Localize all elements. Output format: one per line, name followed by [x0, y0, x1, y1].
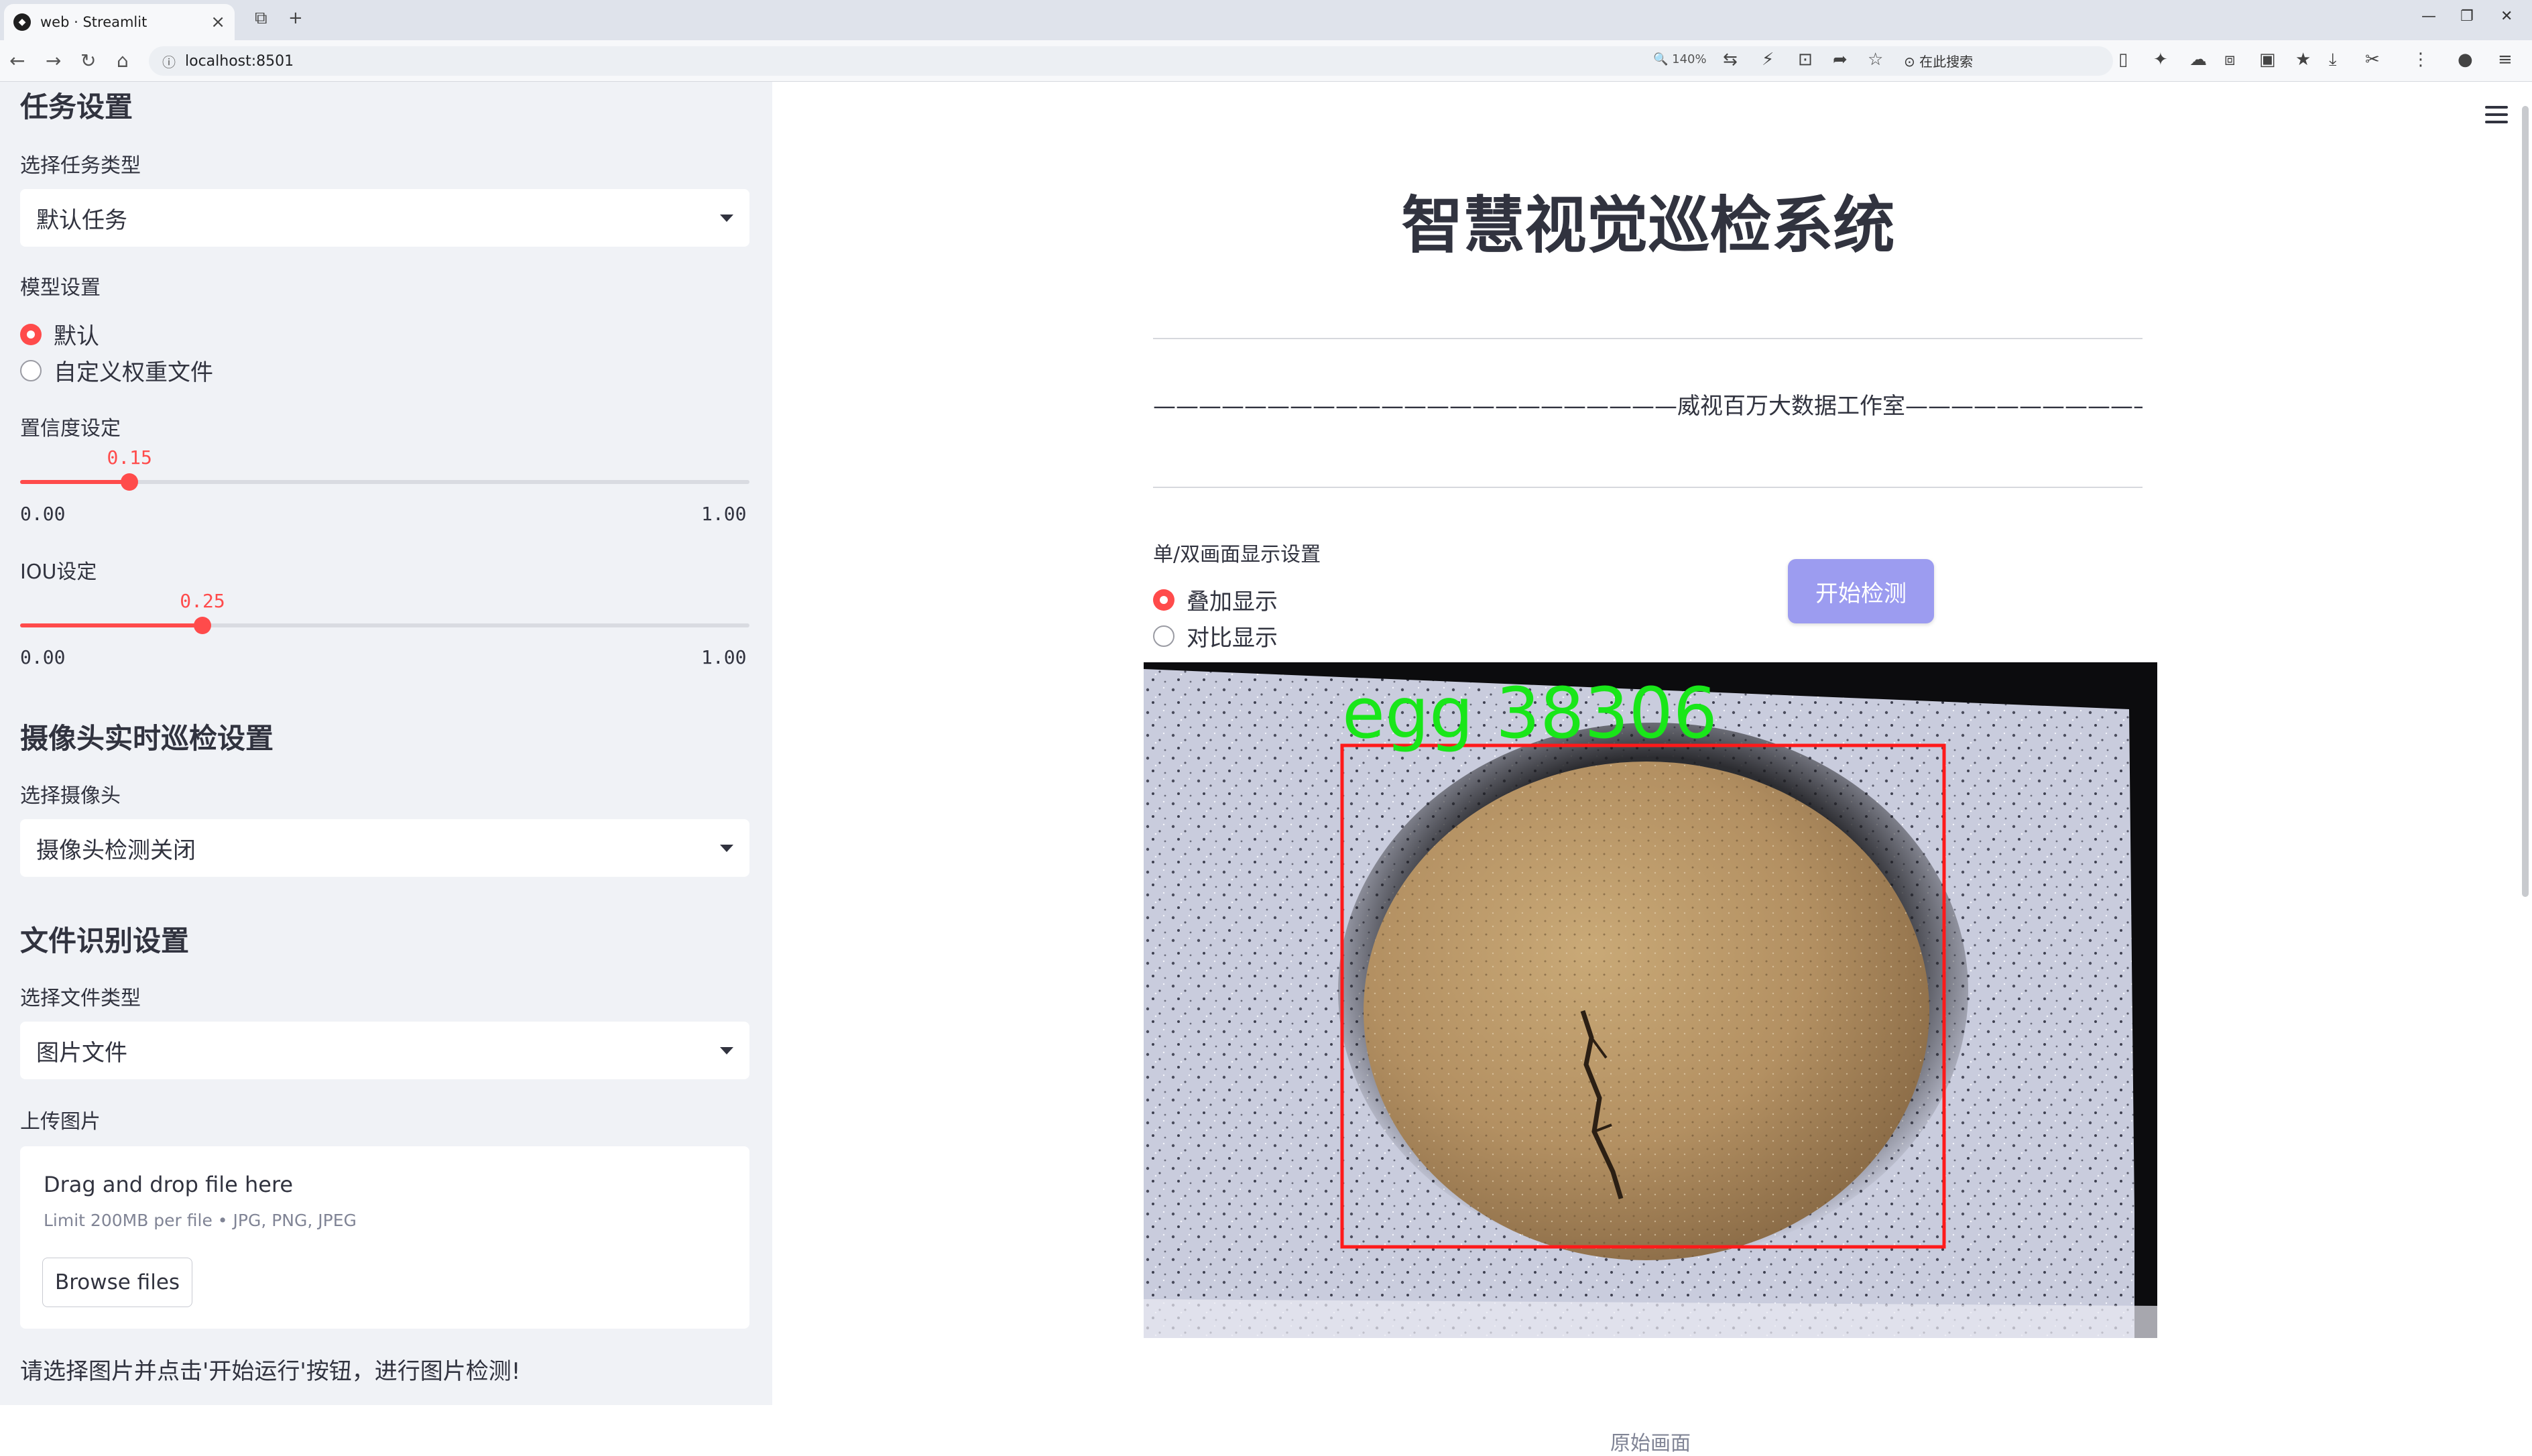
translate-icon[interactable]: ⇆ [1723, 50, 1738, 70]
info-icon: ⓘ [162, 54, 176, 70]
back-icon[interactable]: ← [9, 50, 25, 72]
puzzle-icon[interactable]: ⧈ [2224, 50, 2236, 70]
model-option-label: 自定义权重文件 [54, 359, 213, 386]
file-type-value: 图片文件 [36, 1039, 127, 1067]
browser-search[interactable]: ⊙ 在此搜索 [1904, 51, 1973, 70]
streamlit-icon: ◆ [13, 13, 31, 31]
tab-group-icon[interactable]: ⧉ [255, 8, 267, 29]
extension-icon[interactable]: ✦ [2153, 50, 2168, 70]
display-radio-overlay[interactable]: 叠加显示 [1153, 583, 1278, 616]
detection-label: egg 38306 [1342, 672, 1717, 754]
file-type-label: 选择文件类型 [20, 987, 141, 1010]
divider [1153, 487, 2143, 488]
conf-label: 置信度设定 [20, 417, 121, 440]
conf-slider-fill [20, 480, 130, 484]
model-radio-custom[interactable]: 自定义权重文件 [20, 354, 213, 387]
start-detection-button[interactable]: 开始检测 [1788, 559, 1934, 623]
upload-limit: Limit 200MB per file • JPG, PNG, JPEG [44, 1211, 357, 1230]
chevron-down-icon [720, 844, 733, 852]
conf-value: 0.15 [107, 446, 152, 469]
zoom-indicator[interactable]: 🔍 140% [1653, 52, 1707, 66]
star-icon[interactable]: ☆ [1868, 50, 1883, 70]
url-field[interactable]: ⓘ localhost:8501 [149, 46, 2113, 76]
radio-unselected-icon [1153, 625, 1174, 647]
display-mode-label: 单/双画面显示设置 [1153, 543, 1321, 566]
app-icon[interactable]: ▣ [2259, 50, 2276, 70]
conf-min: 0.00 [20, 503, 66, 525]
browser-tab[interactable]: ◆ web · Streamlit × [4, 4, 235, 40]
task-type-select[interactable]: 默认任务 [20, 189, 749, 247]
address-bar: ← → ↻ ⌂ ⓘ localhost:8501 🔍 140% ⇆ ⚡ ⊡ ➦ … [0, 40, 2532, 82]
task-heading: 任务设置 [20, 90, 133, 123]
iou-value: 0.25 [180, 590, 225, 612]
detection-image-canvas: egg 38306 [1144, 662, 2157, 1338]
new-tab-icon[interactable]: + [288, 8, 303, 28]
iou-max: 1.00 [701, 646, 747, 668]
camera-select[interactable]: 摄像头检测关闭 [20, 819, 749, 877]
conf-max: 1.00 [701, 503, 747, 525]
display-radio-compare[interactable]: 对比显示 [1153, 619, 1278, 652]
restore-icon[interactable]: ❐ [2460, 8, 2474, 25]
home-icon[interactable]: ⌂ [117, 50, 129, 72]
forward-icon[interactable]: → [46, 50, 61, 72]
download-icon[interactable]: ⤓ [2329, 50, 2337, 70]
model-radio-default[interactable]: 默认 [20, 318, 99, 351]
image-caption: 原始画面 [1610, 1432, 1691, 1455]
model-option-label: 默认 [54, 323, 99, 350]
lightning-icon[interactable]: ⚡ [1762, 50, 1774, 70]
iou-slider-fill [20, 623, 202, 627]
screenshot-icon[interactable]: ⊡ [1798, 50, 1813, 70]
iou-slider[interactable] [20, 617, 749, 634]
minimize-icon[interactable]: — [2421, 8, 2436, 25]
scissors-icon[interactable]: ✂ [2365, 50, 2380, 70]
radio-unselected-icon [20, 359, 42, 381]
upload-label: 上传图片 [20, 1110, 101, 1134]
iou-label: IOU设定 [20, 560, 97, 584]
file-type-select[interactable]: 图片文件 [20, 1022, 749, 1079]
sidebar-note: 请选择图片并点击'开始运行'按钮，进行图片检测! [20, 1358, 521, 1385]
conf-slider-thumb[interactable] [121, 473, 139, 491]
camera-value: 摄像头检测关闭 [36, 837, 196, 864]
upload-title: Drag and drop file here [44, 1172, 294, 1197]
browse-files-button[interactable]: Browse files [42, 1258, 192, 1307]
sidebar: 任务设置 选择任务类型 默认任务 模型设置 默认 自定义权重文件 置信度设定 0… [0, 82, 772, 1405]
radio-selected-icon [1153, 589, 1174, 611]
task-type-label: 选择任务类型 [20, 154, 141, 178]
iou-min: 0.00 [20, 646, 66, 668]
tab-title: web · Streamlit [40, 14, 147, 30]
camera-label: 选择摄像头 [20, 784, 121, 808]
detection-image: egg 38306 [1144, 662, 2157, 1338]
divider [1153, 338, 2143, 339]
task-type-value: 默认任务 [36, 206, 127, 234]
conf-slider[interactable] [20, 473, 749, 491]
main-content: 智慧视觉巡检系统 ———————————————————————威视百万大数据工… [772, 82, 2532, 1455]
radio-selected-icon [20, 323, 42, 345]
chevron-down-icon [720, 1046, 733, 1054]
window-close-icon[interactable]: ✕ [2500, 8, 2513, 25]
favorites-icon[interactable]: ★ [2295, 50, 2311, 70]
avatar[interactable]: ● [2458, 50, 2473, 70]
model-label: 模型设置 [20, 276, 101, 300]
browser-tab-bar: ◆ web · Streamlit × ⧉ + — ❐ ✕ [0, 0, 2532, 40]
camera-heading: 摄像头实时巡检设置 [20, 722, 274, 755]
close-icon[interactable]: × [210, 12, 225, 32]
page-subtitle: ———————————————————————威视百万大数据工作室———————… [1153, 393, 2143, 420]
display-option-label: 对比显示 [1187, 625, 1278, 652]
file-uploader[interactable]: Drag and drop file here Limit 200MB per … [20, 1146, 749, 1329]
search-placeholder: 在此搜索 [1919, 54, 1974, 70]
share-icon[interactable]: ➦ [1833, 50, 1848, 70]
display-option-label: 叠加显示 [1187, 589, 1278, 615]
cloud-icon[interactable]: ☁ [2189, 50, 2207, 70]
phone-icon[interactable]: ▯ [2118, 50, 2128, 70]
page-title: 智慧视觉巡检系统 [1401, 190, 1895, 261]
reload-icon[interactable]: ↻ [80, 50, 96, 72]
menu-icon[interactable]: ≡ [2498, 50, 2513, 70]
url-text: localhost:8501 [185, 52, 294, 70]
chevron-down-icon [720, 214, 733, 222]
iou-slider-thumb[interactable] [194, 617, 211, 634]
hamburger-menu-icon[interactable] [2485, 106, 2508, 123]
zoom-level: 140% [1672, 52, 1707, 66]
file-heading: 文件识别设置 [20, 924, 190, 957]
more-icon[interactable]: ⋮ [2412, 50, 2429, 70]
